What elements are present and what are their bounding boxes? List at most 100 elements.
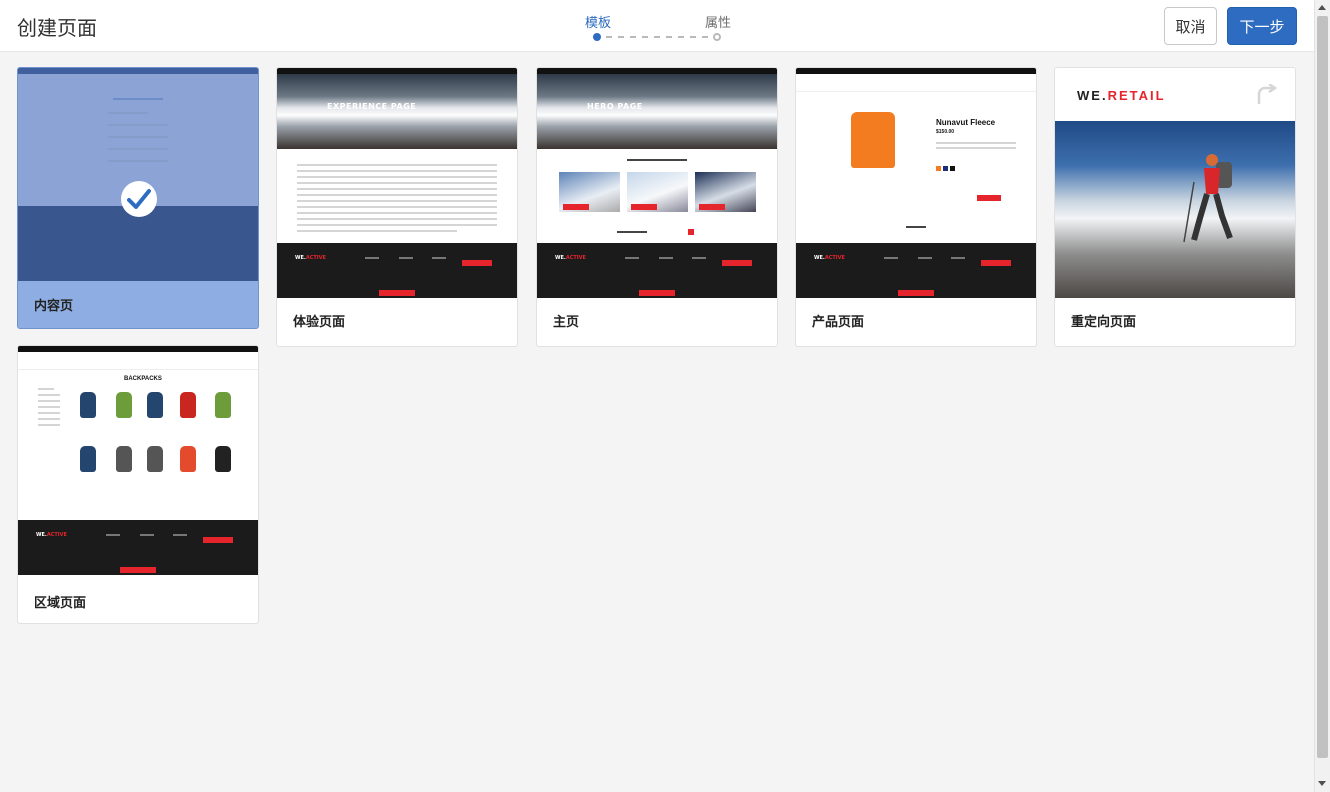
mini-text-line xyxy=(297,164,497,166)
step-dash xyxy=(666,36,672,38)
step-template-label[interactable]: 模板 xyxy=(585,12,611,31)
mini-hero-text: EXPERIENCE PAGE xyxy=(327,102,417,111)
mini-text-line xyxy=(297,212,497,214)
template-card-area-page[interactable]: BACKPACKS WE.ACTIVE 区域页面 xyxy=(17,345,259,624)
mini-teaser-button xyxy=(699,204,725,210)
mini-text-line xyxy=(936,142,1016,144)
mini-teaser-button xyxy=(563,204,589,210)
mini-heading xyxy=(627,159,687,161)
selection-overlay xyxy=(18,68,258,281)
mini-filter-line xyxy=(38,388,54,390)
mini-find-store xyxy=(617,231,647,233)
mini-footer-col xyxy=(399,257,413,259)
template-card-product-page[interactable]: Nunavut Fleece $150.00 WE.ACTIVE 产品页面 xyxy=(795,67,1037,347)
page-title: 创建页面 xyxy=(17,16,97,40)
mini-filter-line xyxy=(38,424,60,426)
scroll-up-arrow-icon[interactable] xyxy=(1318,5,1326,10)
mini-filter-line xyxy=(38,418,60,420)
template-card-redirect-page[interactable]: WE.RETAIL 重定向页面 xyxy=(1054,67,1296,347)
mini-back-to-top xyxy=(898,290,934,296)
step-dash xyxy=(678,36,684,38)
mini-filter-line xyxy=(38,406,60,408)
mini-text-line xyxy=(297,224,497,226)
template-card-content-page[interactable]: 内容页 xyxy=(17,67,259,329)
step-dash xyxy=(654,36,660,38)
mini-product-bag xyxy=(116,446,132,472)
mini-back-to-top xyxy=(379,290,415,296)
template-card-experience-page[interactable]: EXPERIENCE PAGE WE.ACTIVE 体验页面 xyxy=(276,67,518,347)
check-icon xyxy=(121,181,157,217)
mini-swatch xyxy=(936,166,941,171)
next-button[interactable]: 下一步 xyxy=(1227,7,1297,45)
mini-text-line xyxy=(297,182,497,184)
mini-footer-col xyxy=(625,257,639,259)
template-card-home-page[interactable]: HERO PAGE WE.ACTIVE 主页 xyxy=(536,67,778,347)
mini-filter-line xyxy=(38,412,60,414)
mini-text-line xyxy=(297,200,497,202)
mini-footer-logo: WE.ACTIVE xyxy=(295,255,326,261)
mini-text-line xyxy=(297,206,497,208)
mini-swatch xyxy=(950,166,955,171)
mini-hero-image xyxy=(277,74,517,149)
mini-hero-text: HERO PAGE xyxy=(587,102,643,111)
hiker-image xyxy=(1183,154,1233,243)
mini-back-to-top xyxy=(120,567,156,573)
mini-filter-line xyxy=(38,394,60,396)
mini-swatch xyxy=(943,166,948,171)
mini-footer: WE.ACTIVE xyxy=(18,520,258,575)
step-dash xyxy=(618,36,624,38)
step-dash xyxy=(642,36,648,38)
mini-product-bag xyxy=(180,392,196,418)
mini-footer: WE.ACTIVE xyxy=(796,243,1036,298)
mini-footer-col xyxy=(951,257,965,259)
wizard-header: 创建页面 模板 属性 取消 下一步 xyxy=(0,0,1314,52)
mini-text-line xyxy=(297,170,497,172)
mini-product-bag xyxy=(180,446,196,472)
mini-product-bag xyxy=(80,446,96,472)
mini-footer-col xyxy=(106,534,120,536)
mini-footer-col xyxy=(140,534,154,536)
mini-footer-logo: WE.ACTIVE xyxy=(36,532,67,538)
template-thumbnail xyxy=(18,68,258,281)
step-end-dot xyxy=(713,33,721,41)
template-card-label: 产品页面 xyxy=(812,315,865,330)
mini-topbar xyxy=(277,68,517,74)
mini-reviews-heading xyxy=(906,226,926,228)
step-dash xyxy=(702,36,708,38)
mini-product-bag xyxy=(215,392,231,418)
vertical-scrollbar[interactable] xyxy=(1314,0,1330,792)
template-thumbnail: Nunavut Fleece $150.00 WE.ACTIVE xyxy=(796,68,1036,298)
mini-footer-col xyxy=(692,257,706,259)
mini-footer-col xyxy=(365,257,379,259)
scroll-down-arrow-icon[interactable] xyxy=(1318,781,1326,786)
mini-footer-col xyxy=(884,257,898,259)
mini-social-icons xyxy=(462,260,492,266)
mini-text-line xyxy=(297,230,457,232)
mini-product-bag xyxy=(147,446,163,472)
mini-store-button xyxy=(688,229,694,235)
mini-category-title: BACKPACKS xyxy=(124,376,162,382)
we-retail-logo: WE.RETAIL xyxy=(1077,88,1166,103)
mini-product-image xyxy=(851,112,895,168)
step-dash xyxy=(690,36,696,38)
wizard-steps: 模板 属性 xyxy=(560,8,760,44)
mini-text-line xyxy=(297,188,497,190)
mini-footer-logo: WE.ACTIVE xyxy=(814,255,845,261)
mini-footer-col xyxy=(432,257,446,259)
mini-product-bag xyxy=(215,446,231,472)
mini-hero-image xyxy=(1055,121,1295,298)
mini-nav xyxy=(18,352,258,370)
step-active-dot xyxy=(593,33,601,41)
cancel-button[interactable]: 取消 xyxy=(1164,7,1217,45)
step-properties-label[interactable]: 属性 xyxy=(705,12,731,31)
mini-filter-line xyxy=(38,400,60,402)
mini-nav xyxy=(796,74,1036,92)
mini-teaser-button xyxy=(631,204,657,210)
scrollbar-thumb[interactable] xyxy=(1317,16,1328,758)
mini-product-bag xyxy=(80,392,96,418)
mini-product-bag xyxy=(116,392,132,418)
template-thumbnail: BACKPACKS WE.ACTIVE xyxy=(18,346,258,575)
mini-back-to-top xyxy=(639,290,675,296)
template-card-label: 内容页 xyxy=(34,299,74,314)
mini-hero-image xyxy=(537,74,777,149)
